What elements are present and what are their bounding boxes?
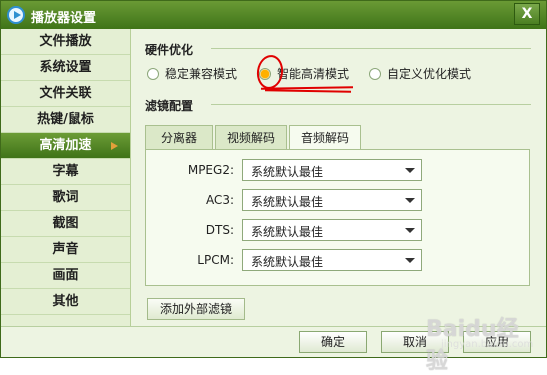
annotation-underline bbox=[264, 89, 352, 93]
filters-section-title: 滤镜配置 bbox=[145, 99, 194, 113]
close-button[interactable]: X bbox=[514, 3, 540, 25]
radio-indicator[interactable] bbox=[147, 67, 159, 80]
sidebar-item-label: 热键/鼠标 bbox=[37, 112, 94, 127]
sidebar-item-audio[interactable]: 声音 bbox=[1, 237, 130, 263]
sidebar-item-hd-acceleration[interactable]: 高清加速 bbox=[1, 133, 130, 159]
dts-decoder-select[interactable]: 系统默认最佳 bbox=[242, 219, 422, 241]
radio-stable-mode[interactable]: 稳定兼容模式 bbox=[147, 65, 237, 82]
decoder-label: AC3: bbox=[205, 193, 234, 207]
radio-custom-mode[interactable]: 自定义优化模式 bbox=[369, 65, 471, 82]
radio-label: 智能高清模式 bbox=[277, 67, 350, 81]
titlebar: 播放器设置 X bbox=[1, 1, 546, 29]
chevron-down-icon[interactable] bbox=[405, 168, 415, 173]
sidebar-item-file-playback[interactable]: 文件播放 bbox=[1, 29, 130, 55]
ac3-decoder-select[interactable]: 系统默认最佳 bbox=[242, 189, 422, 211]
sidebar-item-screenshot[interactable]: 截图 bbox=[1, 211, 130, 237]
arrow-right-icon bbox=[111, 142, 118, 150]
audio-decoder-panel: MPEG2: 系统默认最佳 AC3: 系统默认最佳 DTS: 系统默认最佳 LP… bbox=[145, 149, 530, 286]
chevron-down-icon[interactable] bbox=[405, 198, 415, 203]
sidebar-item-lyrics[interactable]: 歌词 bbox=[1, 185, 130, 211]
sidebar-item-label: 文件播放 bbox=[39, 34, 92, 49]
tab-splitter[interactable]: 分离器 bbox=[145, 125, 213, 149]
sidebar-item-label: 截图 bbox=[52, 216, 79, 231]
sidebar-item-system-settings[interactable]: 系统设置 bbox=[1, 55, 130, 81]
sidebar-item-label: 高清加速 bbox=[39, 138, 92, 153]
select-value: 系统默认最佳 bbox=[251, 255, 324, 269]
sidebar-item-label: 声音 bbox=[52, 242, 79, 257]
add-external-filter-button[interactable]: 添加外部滤镜 bbox=[147, 298, 245, 320]
sidebar-item-hotkeys[interactable]: 热键/鼠标 bbox=[1, 107, 130, 133]
sidebar-item-label: 字幕 bbox=[52, 164, 79, 179]
sidebar: 文件播放 系统设置 文件关联 热键/鼠标 高清加速 字幕 歌词 截图 声音 画面… bbox=[1, 29, 131, 326]
watermark-url: jingyan.baidu.com bbox=[441, 339, 534, 350]
sidebar-item-label: 其他 bbox=[52, 294, 79, 309]
settings-window: 播放器设置 X 文件播放 系统设置 文件关联 热键/鼠标 高清加速 字幕 歌词 … bbox=[0, 0, 547, 374]
tab-video-decoder[interactable]: 视频解码器 bbox=[215, 125, 287, 169]
window-title: 播放器设置 bbox=[31, 11, 97, 26]
sidebar-item-label: 歌词 bbox=[52, 190, 79, 205]
section-divider bbox=[211, 104, 531, 105]
select-value: 系统默认最佳 bbox=[251, 195, 324, 209]
decoder-row: DTS: 系统默认最佳 bbox=[146, 219, 531, 241]
sidebar-item-other[interactable]: 其他 bbox=[1, 289, 130, 315]
radio-label: 自定义优化模式 bbox=[387, 67, 472, 81]
filter-tabs: 分离器 视频解码器 音频解码器 bbox=[145, 125, 545, 169]
annotation-circle bbox=[254, 53, 286, 91]
decoder-label: LPCM: bbox=[197, 253, 234, 267]
sidebar-item-file-association[interactable]: 文件关联 bbox=[1, 81, 130, 107]
ok-button[interactable]: 确定 bbox=[299, 331, 367, 353]
settings-content: 硬件优化 稳定兼容模式 智能高清模式 自定义优化模式 滤镜配置 分离器 视频解码… bbox=[131, 29, 546, 326]
tab-audio-decoder[interactable]: 音频解码器 bbox=[289, 125, 361, 169]
sidebar-item-label: 画面 bbox=[52, 268, 79, 283]
section-divider bbox=[211, 48, 531, 49]
sidebar-item-label: 文件关联 bbox=[39, 86, 92, 101]
decoder-label: DTS: bbox=[205, 223, 234, 237]
decoder-label: MPEG2: bbox=[187, 163, 234, 177]
mpeg2-decoder-select[interactable]: 系统默认最佳 bbox=[242, 159, 422, 181]
decoder-row: MPEG2: 系统默认最佳 bbox=[146, 159, 531, 181]
sidebar-item-subtitles[interactable]: 字幕 bbox=[1, 159, 130, 185]
hardware-mode-group: 稳定兼容模式 智能高清模式 自定义优化模式 bbox=[147, 65, 537, 85]
select-value: 系统默认最佳 bbox=[251, 165, 324, 179]
lpcm-decoder-select[interactable]: 系统默认最佳 bbox=[242, 249, 422, 271]
radio-label: 稳定兼容模式 bbox=[165, 67, 238, 81]
chevron-down-icon[interactable] bbox=[405, 258, 415, 263]
sidebar-item-label: 系统设置 bbox=[39, 60, 92, 75]
radio-indicator[interactable] bbox=[369, 67, 381, 80]
sidebar-item-picture[interactable]: 画面 bbox=[1, 263, 130, 289]
decoder-row: LPCM: 系统默认最佳 bbox=[146, 249, 531, 271]
decoder-row: AC3: 系统默认最佳 bbox=[146, 189, 531, 211]
player-logo-icon bbox=[7, 6, 25, 24]
hardware-section-title: 硬件优化 bbox=[145, 43, 194, 57]
chevron-down-icon[interactable] bbox=[405, 228, 415, 233]
select-value: 系统默认最佳 bbox=[251, 225, 324, 239]
